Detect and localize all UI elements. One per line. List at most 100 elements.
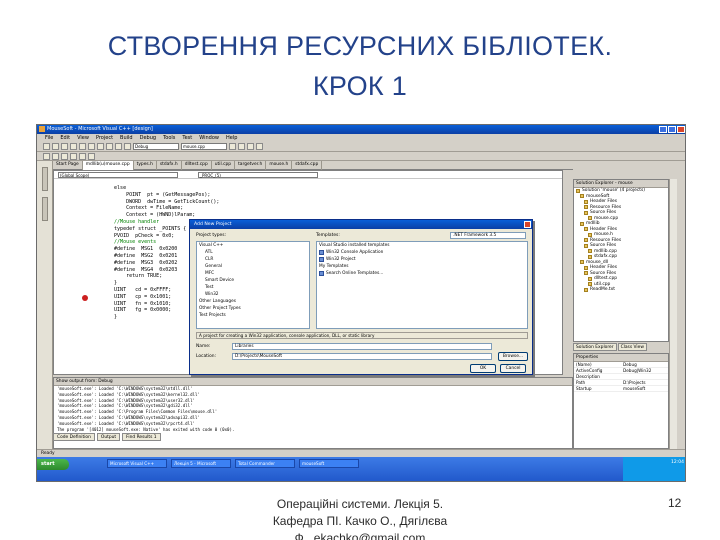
solution-explorer-icon[interactable] bbox=[238, 143, 245, 150]
tab-util-cpp[interactable]: util.cpp bbox=[212, 161, 236, 170]
installed-templates-header: Visual Studio installed templates bbox=[319, 243, 390, 248]
indent-icon[interactable] bbox=[43, 152, 50, 160]
project-type-item[interactable]: General bbox=[197, 263, 309, 270]
property-value[interactable]: mouseSoft bbox=[621, 386, 668, 391]
property-value[interactable] bbox=[621, 374, 668, 379]
next-bookmark-icon[interactable] bbox=[88, 152, 95, 160]
tab-stdafx-cpp[interactable]: stdafx.cpp bbox=[292, 161, 323, 170]
redo-icon[interactable] bbox=[115, 143, 122, 150]
project-type-item[interactable]: ATL bbox=[197, 249, 309, 256]
tab-types-h[interactable]: types.h bbox=[134, 161, 157, 170]
tab-output[interactable]: Output bbox=[96, 433, 121, 441]
tab-stdafx-h[interactable]: stdafx.h bbox=[157, 161, 182, 170]
toolbox-tab[interactable] bbox=[42, 167, 48, 191]
open-file-icon[interactable] bbox=[52, 143, 59, 150]
save-all-icon[interactable] bbox=[70, 143, 77, 150]
property-value[interactable]: Debug bbox=[621, 362, 668, 367]
member-combo[interactable]: _PROC_(5) bbox=[198, 172, 318, 178]
browse-button[interactable]: Browse... bbox=[498, 352, 528, 361]
close-icon[interactable] bbox=[677, 126, 685, 133]
tab-dlltest-cpp[interactable]: dlltest.cpp bbox=[182, 161, 212, 170]
find-icon[interactable] bbox=[229, 143, 236, 150]
copy-icon[interactable] bbox=[88, 143, 95, 150]
code-line[interactable]: else bbox=[102, 185, 219, 192]
taskbar-powerpoint[interactable]: Лекція 5 - Microsoft bbox=[171, 459, 231, 468]
taskbar-mousesoft[interactable]: mouseSoft bbox=[299, 459, 359, 468]
right-pane-scrollbar[interactable] bbox=[669, 179, 677, 449]
project-type-item[interactable]: Win32 bbox=[197, 291, 309, 298]
ok-button[interactable]: OK bbox=[470, 364, 496, 373]
folder-icon bbox=[580, 221, 584, 226]
save-icon[interactable] bbox=[61, 143, 68, 150]
solution-tree-item[interactable]: ReadMe.txt bbox=[574, 287, 668, 293]
project-type-item[interactable]: CLR bbox=[197, 256, 309, 263]
uncomment-icon[interactable] bbox=[70, 152, 77, 160]
menu-item-edit[interactable]: Edit bbox=[60, 134, 70, 142]
property-row[interactable]: Startup mouseSoft bbox=[574, 386, 668, 392]
start-button[interactable]: start bbox=[37, 459, 69, 470]
menu-item-test[interactable]: Test bbox=[182, 134, 192, 142]
template-search-online[interactable]: Search Online Templates... bbox=[317, 270, 527, 277]
tab-mouse-h[interactable]: mouse.h bbox=[266, 161, 293, 170]
minimize-icon[interactable] bbox=[659, 126, 667, 133]
tab-find-results[interactable]: Find Results 1 bbox=[122, 433, 161, 441]
template-win32-project[interactable]: Win32 Project bbox=[317, 256, 527, 263]
code-line[interactable]: Context = FileName; bbox=[102, 205, 219, 212]
property-value[interactable]: Debug|Win32 bbox=[621, 368, 668, 373]
code-line[interactable]: POINT pt = (GetMessagePos); bbox=[102, 192, 219, 199]
project-type-item[interactable]: Smart Device bbox=[197, 277, 309, 284]
paste-icon[interactable] bbox=[97, 143, 104, 150]
tab-class-view[interactable]: Class View bbox=[617, 343, 647, 351]
code-line[interactable]: DWORD dwTime = GetTickCount(); bbox=[102, 199, 219, 206]
project-type-item[interactable]: Visual C++ bbox=[197, 242, 309, 249]
project-type-item[interactable]: Other Languages bbox=[197, 298, 309, 305]
menu-item-build[interactable]: Build bbox=[120, 134, 133, 142]
search-online-icon bbox=[319, 271, 324, 276]
undo-icon[interactable] bbox=[106, 143, 113, 150]
windows-taskbar: start Microsoft Visual C++ Лекція 5 - Mi… bbox=[37, 457, 685, 481]
start-debug-icon[interactable] bbox=[124, 143, 131, 150]
toolbox-icon[interactable] bbox=[256, 143, 263, 150]
new-file-icon[interactable] bbox=[43, 143, 50, 150]
output-header[interactable]: Show output from: Debug bbox=[54, 378, 572, 386]
project-location-input[interactable]: D:\Projects\MouseSoft bbox=[232, 353, 492, 360]
project-name-input[interactable]: Libraries bbox=[232, 343, 492, 350]
framework-select[interactable]: .NET Framework 3.5 bbox=[450, 232, 526, 239]
menu-item-debug[interactable]: Debug bbox=[140, 134, 156, 142]
project-type-item[interactable]: Other Project Types bbox=[197, 305, 309, 312]
properties-icon[interactable] bbox=[247, 143, 254, 150]
tab-targetver-h[interactable]: targetver.h bbox=[235, 161, 267, 170]
tab-solution-explorer[interactable]: Solution Explorer bbox=[573, 343, 617, 351]
project-type-item[interactable]: Test Projects bbox=[197, 312, 309, 319]
comment-icon[interactable] bbox=[61, 152, 68, 160]
tab-code-definition[interactable]: Code Definition bbox=[53, 433, 95, 441]
solution-config-combo[interactable]: Debug bbox=[133, 143, 179, 150]
tab-mouse-cpp[interactable]: mdllib(u)mouse.cpp bbox=[82, 161, 134, 170]
dialog-close-icon[interactable] bbox=[524, 221, 531, 228]
bookmark-icon[interactable] bbox=[79, 152, 86, 160]
outdent-icon[interactable] bbox=[52, 152, 59, 160]
find-combo[interactable]: mouse.cpp bbox=[181, 143, 227, 150]
menu-item-help[interactable]: Help bbox=[226, 134, 237, 142]
server-explorer-tab[interactable] bbox=[42, 197, 48, 221]
property-value[interactable]: D:\Projects bbox=[621, 380, 668, 385]
menu-item-file[interactable]: File bbox=[45, 134, 53, 142]
menu-item-window[interactable]: Window bbox=[199, 134, 219, 142]
maximize-icon[interactable] bbox=[668, 126, 676, 133]
property-name: (Name) bbox=[576, 362, 592, 367]
taskbar-visual-studio[interactable]: Microsoft Visual C++ bbox=[107, 459, 167, 468]
tab-start-page[interactable]: Start Page bbox=[53, 161, 83, 170]
cancel-button[interactable]: Cancel bbox=[500, 364, 526, 373]
taskbar-total-commander[interactable]: Total Commander bbox=[235, 459, 295, 468]
cut-icon[interactable] bbox=[79, 143, 86, 150]
code-line[interactable]: Context = (HWND)lParam; bbox=[102, 212, 219, 219]
project-type-item[interactable]: Test bbox=[197, 284, 309, 291]
menu-item-tools[interactable]: Tools bbox=[163, 134, 175, 142]
project-type-item[interactable]: MFC bbox=[197, 270, 309, 277]
menu-item-view[interactable]: View bbox=[77, 134, 89, 142]
scope-combo[interactable]: (Global Scope) bbox=[58, 172, 178, 178]
template-description: A project for creating a Win32 applicati… bbox=[196, 332, 528, 339]
template-win32-console[interactable]: Win32 Console Application bbox=[317, 249, 527, 256]
breakpoint-icon[interactable] bbox=[82, 295, 88, 301]
menu-item-project[interactable]: Project bbox=[96, 134, 113, 142]
